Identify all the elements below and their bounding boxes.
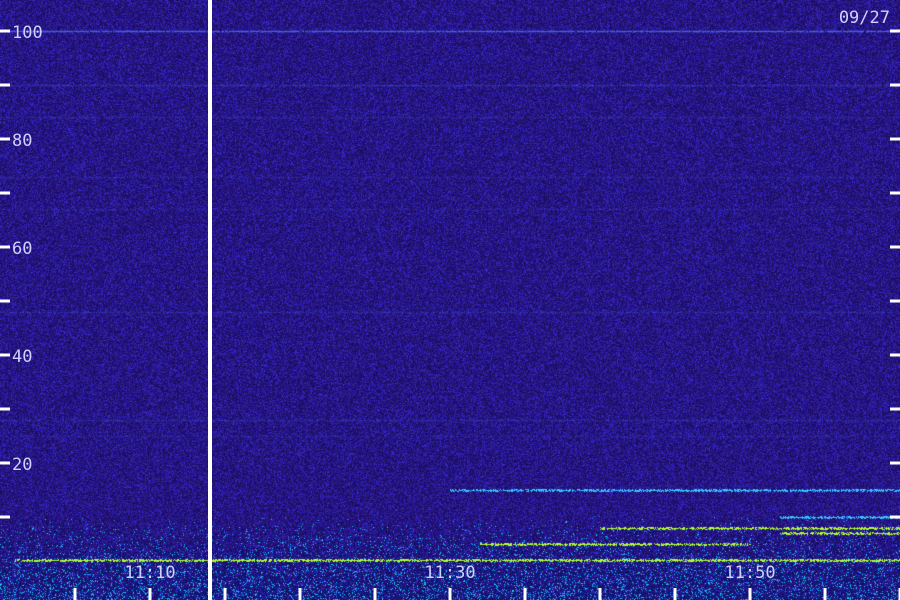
spectrogram-overlay: 100 80 60 40 20 11:10 11:30 11:50 09/27 <box>0 0 900 600</box>
x-tick-30 <box>448 588 452 600</box>
y-tick-right-30 <box>890 407 900 411</box>
y-tick-label-40: 40 <box>12 347 32 367</box>
x-tick-40 <box>598 588 602 600</box>
y-tick-right-50 <box>890 299 900 303</box>
y-tick-left-70 <box>0 191 10 195</box>
y-tick-left-80 <box>0 137 10 141</box>
spectrogram-chart: 100 80 60 40 20 11:10 11:30 11:50 09/27 <box>0 0 900 600</box>
y-tick-right-100 <box>890 29 900 33</box>
y-tick-label-100: 100 <box>12 23 43 43</box>
y-tick-label-60: 60 <box>12 239 32 259</box>
time-marker-line <box>208 0 212 600</box>
y-tick-right-70 <box>890 191 900 195</box>
x-tick-20 <box>298 588 302 600</box>
y-tick-right-20 <box>890 461 900 465</box>
y-tick-left-10 <box>0 515 10 519</box>
y-tick-left-100 <box>0 29 10 33</box>
x-tick-5 <box>73 588 77 600</box>
y-tick-label-20: 20 <box>12 455 32 475</box>
y-tick-left-30 <box>0 407 10 411</box>
y-tick-right-80 <box>890 137 900 141</box>
date-label: 09/27 <box>839 8 890 28</box>
y-tick-left-50 <box>0 299 10 303</box>
x-tick-25 <box>373 588 377 600</box>
x-tick-10 <box>148 588 152 600</box>
y-axis-right-ticks <box>890 29 900 519</box>
x-tick-55 <box>823 588 827 600</box>
y-tick-left-90 <box>0 83 10 87</box>
y-tick-right-90 <box>890 83 900 87</box>
x-tick-15 <box>223 588 227 600</box>
y-tick-right-10 <box>890 515 900 519</box>
x-tick-45 <box>673 588 677 600</box>
x-tick-50 <box>748 588 752 600</box>
x-axis-labels: 11:10 11:30 11:50 <box>124 563 775 583</box>
x-tick-label-1130: 11:30 <box>424 563 475 583</box>
y-axis-left-ticks <box>0 29 10 519</box>
x-tick-label-1150: 11:50 <box>724 563 775 583</box>
y-axis-labels: 100 80 60 40 20 <box>12 23 43 475</box>
y-tick-right-40 <box>890 353 900 357</box>
x-axis-ticks <box>73 588 900 600</box>
y-tick-left-20 <box>0 461 10 465</box>
x-tick-label-1110: 11:10 <box>124 563 175 583</box>
y-tick-left-60 <box>0 245 10 249</box>
y-tick-label-80: 80 <box>12 131 32 151</box>
y-tick-left-40 <box>0 353 10 357</box>
x-tick-35 <box>523 588 527 600</box>
y-tick-right-60 <box>890 245 900 249</box>
